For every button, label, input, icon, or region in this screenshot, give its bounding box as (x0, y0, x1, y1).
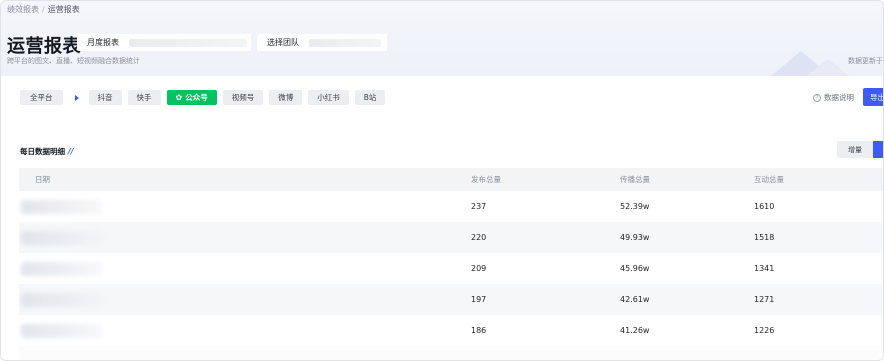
publish-cell: 209 (471, 264, 487, 273)
section-title: 每日数据明细// (20, 146, 73, 157)
tab-label: 抖音 (97, 93, 113, 102)
column-header-interact: 互动总量 (754, 175, 784, 184)
table-row: 220 49.93w 1518 (19, 222, 883, 253)
table-row: 186 41.26w 1226 (19, 315, 883, 346)
date-cell (21, 230, 103, 245)
spread-cell: 41.26w (620, 326, 650, 335)
period-select-value (129, 38, 247, 47)
tab-label: 公众号 (185, 93, 208, 102)
tab-kuaishou[interactable]: 快手 (127, 90, 161, 105)
team-select[interactable]: 选择团队 (257, 34, 387, 51)
interact-cell: 1610 (754, 202, 775, 211)
daily-data-table: 日期 发布总量 传播总量 互动总量 237 52.39w 1610 220 49… (19, 168, 883, 360)
breadcrumb: 绩效报表 / 运营报表 (7, 4, 80, 15)
publish-cell: 220 (471, 233, 487, 242)
tab-label: 快手 (136, 93, 152, 102)
tab-label: 微博 (278, 93, 294, 102)
arrow-right-icon (74, 94, 79, 101)
date-cell (21, 323, 103, 338)
data-explain-label: 数据说明 (824, 93, 854, 102)
tab-all-platforms[interactable]: 全平台 (20, 90, 63, 105)
table-row: 197 42.61w 1271 (19, 284, 883, 315)
page-header: 绩效报表 / 运营报表 运营报表 月度报表 选择团队 跨平台的图文、直播、短视频融合… (1, 1, 883, 76)
spread-cell: 49.93w (620, 233, 650, 242)
date-cell (21, 292, 103, 307)
team-select-value (309, 38, 381, 47)
column-header-publish: 发布总量 (471, 175, 501, 184)
tab-channels[interactable]: 视频号 (222, 90, 264, 105)
interact-cell: 1271 (754, 295, 775, 304)
export-label: 导出 (870, 92, 884, 102)
period-select-label: 月度报表 (87, 38, 119, 47)
breadcrumb-separator: / (42, 5, 45, 14)
platform-tabs: 全平台 抖音 快手 ✿ 公众号 视频号 微博 小红书 B站 (20, 90, 391, 105)
spread-cell: 45.96w (620, 264, 650, 273)
increment-toggle[interactable]: 增量 (837, 141, 873, 158)
tab-label: 全平台 (30, 93, 53, 102)
interact-cell: 1341 (754, 264, 775, 273)
table-row: 237 52.39w 1610 (19, 191, 883, 222)
period-select[interactable]: 月度报表 (77, 34, 251, 51)
tab-weibo[interactable]: 微博 (269, 90, 303, 105)
column-header-date: 日期 (35, 175, 50, 184)
section-title-decoration: // (68, 147, 74, 156)
tab-wechat-official[interactable]: ✿ 公众号 (166, 90, 217, 105)
publish-cell: 197 (471, 295, 487, 304)
breadcrumb-parent[interactable]: 绩效报表 (7, 5, 39, 14)
question-icon: ? (813, 93, 821, 102)
publish-cell: 186 (471, 326, 487, 335)
export-button[interactable]: 导出 (863, 88, 884, 106)
breadcrumb-current: 运营报表 (47, 5, 80, 14)
interact-cell: 1226 (754, 326, 775, 335)
tab-label: 小红书 (317, 93, 340, 102)
date-cell (21, 261, 103, 276)
update-note: 数据更新于 (848, 57, 883, 65)
date-cell (21, 199, 103, 214)
increment-label: 增量 (848, 145, 862, 154)
tab-douyin[interactable]: 抖音 (88, 90, 122, 105)
table-header: 日期 发布总量 传播总量 互动总量 (19, 168, 883, 191)
spread-cell: 42.61w (620, 295, 650, 304)
table-row-partial (19, 346, 883, 360)
table-row: 209 45.96w 1341 (19, 253, 883, 284)
team-select-label: 选择团队 (267, 38, 299, 47)
tab-xiaohongshu[interactable]: 小红书 (308, 90, 349, 105)
wechat-icon: ✿ (175, 93, 183, 102)
tab-label: 视频号 (231, 93, 255, 102)
total-toggle[interactable] (873, 141, 883, 158)
app-window: 绩效报表 / 运营报表 运营报表 月度报表 选择团队 跨平台的图文、直播、短视频融合… (0, 0, 884, 361)
publish-cell: 237 (471, 202, 487, 211)
data-explain-link[interactable]: ? 数据说明 (813, 92, 854, 103)
tab-label: B站 (363, 93, 377, 102)
page-title: 运营报表 (7, 36, 81, 57)
tab-bilibili[interactable]: B站 (354, 90, 386, 105)
interact-cell: 1518 (754, 233, 775, 242)
page-subtitle: 跨平台的图文、直播、短视频融合数据统计 (7, 57, 140, 65)
spread-cell: 52.39w (620, 202, 650, 211)
section-title-text: 每日数据明细 (20, 147, 65, 156)
header-decoration (806, 59, 850, 76)
column-header-spread: 传播总量 (620, 175, 650, 184)
